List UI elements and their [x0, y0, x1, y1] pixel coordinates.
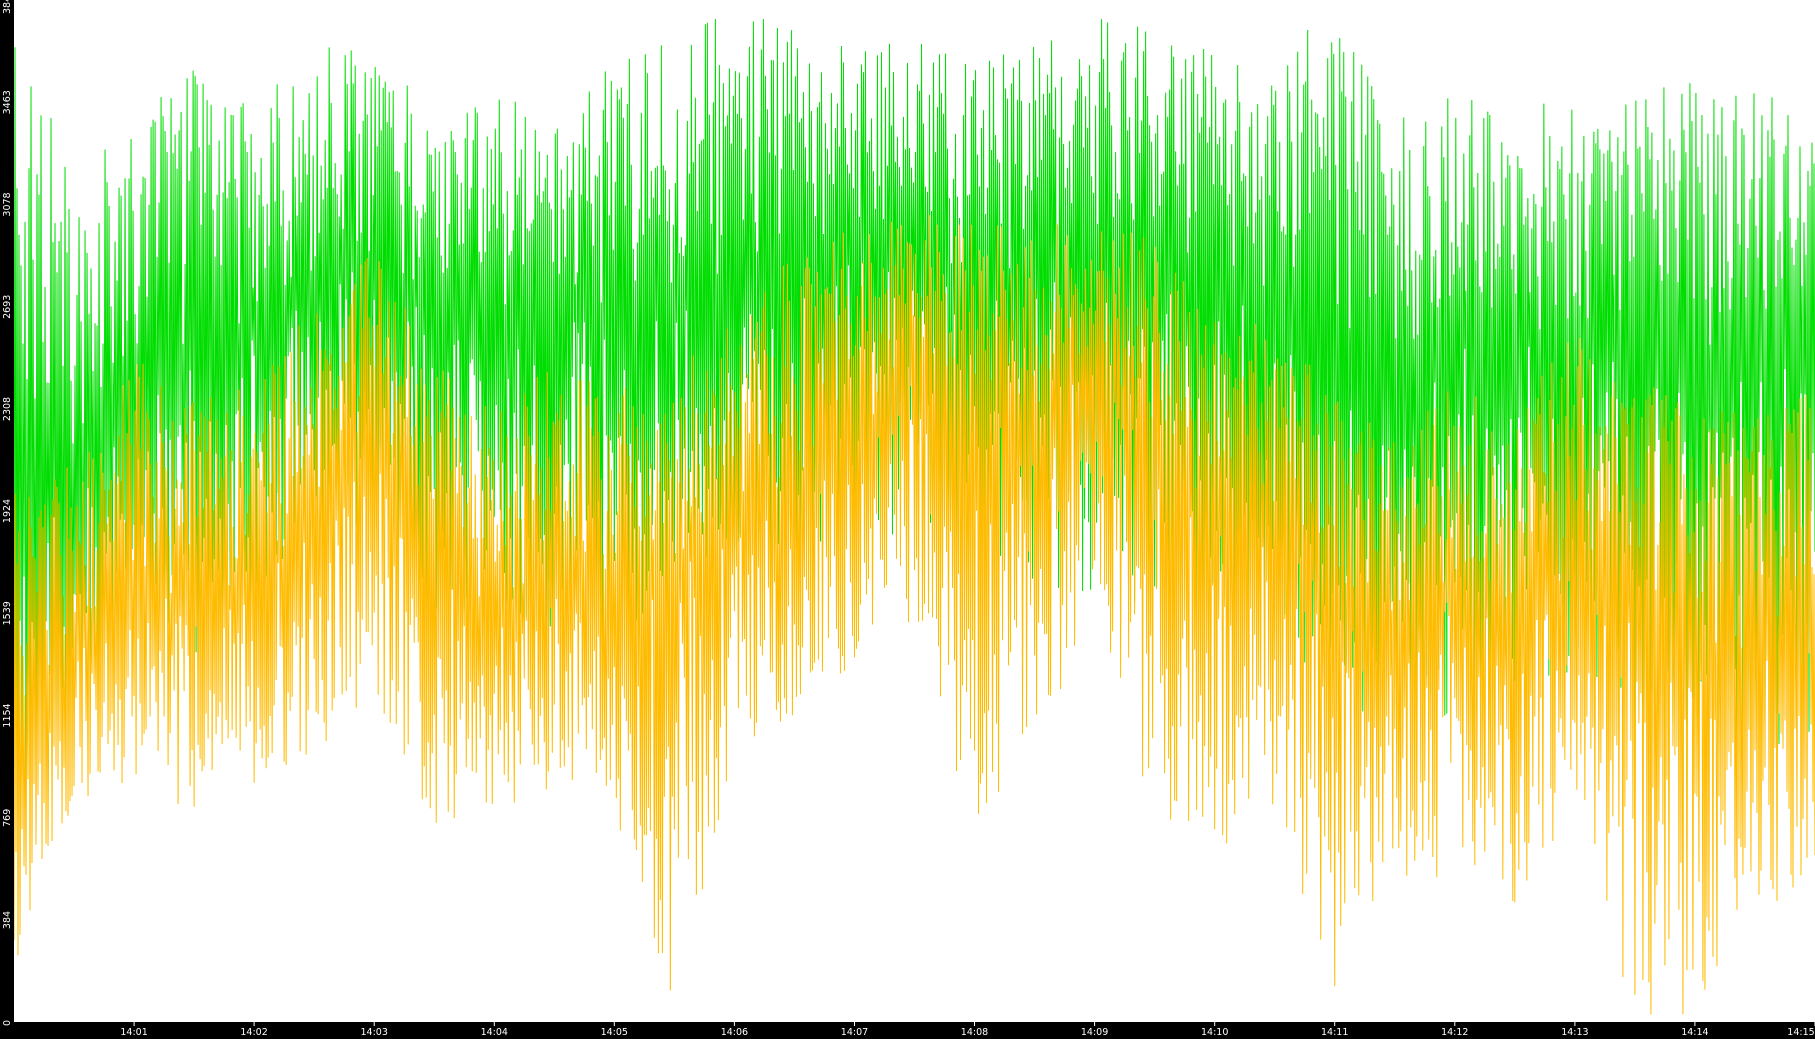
- y-tick-label: 1539: [2, 601, 13, 625]
- y-tick-label: 1924: [2, 499, 13, 523]
- x-tick-label: 14:08: [961, 1027, 988, 1038]
- y-tick-label: 2308: [2, 397, 13, 421]
- x-tick-label: 14:15: [1787, 1027, 1814, 1038]
- x-tick-label: 14:14: [1681, 1027, 1708, 1038]
- y-tick-label: 3078: [2, 192, 13, 216]
- x-tick-label: 14:07: [841, 1027, 868, 1038]
- y-tick-label: 2693: [2, 295, 13, 319]
- x-tick-label: 14:09: [1081, 1027, 1108, 1038]
- y-tick-label: 3848: [2, 0, 13, 14]
- y-tick-label: 384: [2, 911, 13, 929]
- y-tick-label: 0: [2, 1020, 13, 1026]
- x-tick-label: 14:13: [1561, 1027, 1588, 1038]
- x-tick-label: 14:10: [1201, 1027, 1228, 1038]
- chart: 038476911541539192423082693307834633848 …: [0, 0, 1815, 1039]
- x-tick-label: 14:02: [240, 1027, 267, 1038]
- x-tick-label: 14:05: [601, 1027, 628, 1038]
- x-tick-label: 14:06: [721, 1027, 748, 1038]
- x-tick-label: 14:01: [120, 1027, 147, 1038]
- y-tick-label: 1154: [2, 703, 13, 727]
- x-tick-label: 14:12: [1441, 1027, 1468, 1038]
- x-tick-label: 14:04: [481, 1027, 508, 1038]
- y-tick-label: 769: [2, 809, 13, 827]
- x-axis-strip: [0, 1022, 1815, 1039]
- y-tick-label: 3463: [2, 90, 13, 114]
- x-tick-label: 14:03: [361, 1027, 388, 1038]
- x-tick-label: 14:11: [1321, 1027, 1348, 1038]
